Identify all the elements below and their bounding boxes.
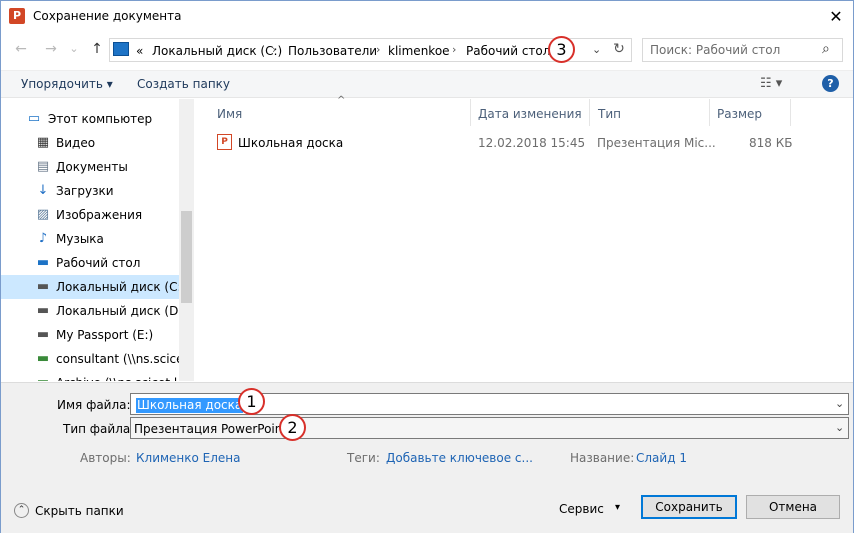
- powerpoint-icon: P: [9, 8, 25, 24]
- nav-pane-item[interactable]: ▦ Видео: [1, 131, 179, 155]
- authors-value[interactable]: Клименко Елена: [136, 451, 241, 465]
- nav-pane-item-label: Загрузки: [56, 184, 114, 198]
- callout-badge-2: 2: [279, 414, 306, 441]
- breadcrumb-separator[interactable]: ›: [272, 43, 276, 56]
- address-prefix[interactable]: «: [136, 44, 143, 58]
- help-icon[interactable]: ?: [822, 75, 839, 92]
- filename-dropdown-icon[interactable]: ⌄: [835, 397, 844, 410]
- nav-pane-item[interactable]: ▬ Рабочий стол: [1, 251, 179, 275]
- close-button[interactable]: ✕: [821, 4, 851, 30]
- file-type: Презентация Mic...: [597, 136, 716, 150]
- callout-badge-1: 1: [238, 388, 265, 415]
- powerpoint-file-icon: P: [217, 134, 232, 150]
- drive-c-icon: ▬: [36, 279, 50, 294]
- nav-pane-item[interactable]: ▭ Этот компьютер: [1, 107, 179, 131]
- up-button[interactable]: ↑: [87, 39, 107, 59]
- nav-pane-item-label: Этот компьютер: [48, 112, 153, 126]
- drive-e-icon: ▬: [36, 327, 50, 342]
- file-size: 818 КБ: [749, 136, 793, 150]
- network-drive-icon: ▬: [35, 376, 51, 382]
- video-icon: ▦: [36, 135, 50, 150]
- file-date: 12.02.2018 15:45: [478, 136, 586, 150]
- nav-pane-item[interactable]: ♪ Музыка: [1, 227, 179, 251]
- view-options-icon[interactable]: ☷ ▾: [760, 76, 790, 91]
- nav-pane-item[interactable]: ▬ Archive (\\ns.scicet.l: [1, 371, 179, 382]
- back-button[interactable]: ←: [11, 39, 31, 59]
- column-header-name[interactable]: [206, 99, 471, 126]
- filename-value[interactable]: Школьная доска: [136, 398, 244, 413]
- nav-pane-item[interactable]: ▤ Документы: [1, 155, 179, 179]
- computer-icon: ▭: [27, 111, 41, 126]
- column-header-date-label: Дата изменения: [478, 107, 582, 121]
- nav-pane-item[interactable]: ▬ Локальный диск (C:): [1, 275, 186, 299]
- hide-folders-button[interactable]: Скрыть папки: [35, 504, 124, 518]
- documents-icon: ▤: [36, 159, 50, 174]
- nav-pane-item-label: My Passport (E:): [56, 328, 154, 342]
- nav-pane-item-label: Музыка: [56, 232, 104, 246]
- forward-button[interactable]: →: [41, 39, 61, 59]
- breadcrumb-separator[interactable]: ›: [452, 43, 456, 56]
- pictures-icon: ▨: [36, 207, 50, 222]
- nav-pane-item-label: Archive (\\ns.scicet.l: [56, 376, 177, 381]
- command-bar: [1, 70, 853, 98]
- nav-pane-item-label: Видео: [56, 136, 96, 150]
- organize-button[interactable]: Упорядочить ▾: [21, 77, 113, 91]
- column-header-size-label: Размер: [717, 107, 763, 121]
- column-header-type-label: Тип: [598, 107, 621, 121]
- callout-badge-3: 3: [548, 36, 575, 63]
- downloads-icon: ↓: [37, 183, 49, 198]
- cancel-button[interactable]: Отмена: [746, 495, 840, 519]
- network-drive-icon: ▬: [36, 351, 50, 366]
- nav-pane-item-label: Изображения: [56, 208, 143, 222]
- breadcrumb-desktop[interactable]: Рабочий стол: [466, 44, 550, 58]
- nav-pane-item-label: Документы: [56, 160, 128, 174]
- save-dialog: P Сохранение документа ✕ ← → ⌄ ↑ « Локал…: [0, 0, 854, 533]
- nav-pane-item-label: Рабочий стол: [56, 256, 141, 270]
- nav-pane-item-label: Локальный диск (D:): [56, 304, 188, 318]
- drive-d-icon: ▬: [36, 303, 50, 318]
- authors-label: Авторы:: [80, 451, 131, 465]
- filename-label: Имя файла:: [57, 398, 131, 412]
- nav-pane-item-label: consultant (\\ns.scicet.: [56, 352, 193, 366]
- file-name[interactable]: Школьная доска: [238, 136, 343, 150]
- title-value[interactable]: Слайд 1: [636, 451, 687, 465]
- service-menu-button[interactable]: Сервис: [559, 502, 604, 516]
- nav-pane-item[interactable]: ▬ My Passport (E:): [1, 323, 179, 347]
- computer-icon: [113, 42, 129, 56]
- search-icon[interactable]: ⌕: [822, 41, 830, 57]
- new-folder-button[interactable]: Создать папку: [137, 77, 230, 91]
- nav-pane-item[interactable]: ▬ Локальный диск (D:): [1, 299, 187, 323]
- breadcrumb-klimenkoe[interactable]: klimenkoe: [388, 44, 450, 58]
- nav-pane-item[interactable]: ▨ Изображения: [1, 203, 179, 227]
- filetype-label: Тип файла:: [63, 422, 135, 436]
- search-placeholder: Поиск: Рабочий стол: [650, 43, 781, 57]
- breadcrumb-separator[interactable]: ›: [376, 43, 380, 56]
- music-icon: ♪: [38, 231, 48, 246]
- breadcrumb-local-disk-c[interactable]: Локальный диск (C:): [152, 44, 282, 58]
- save-button[interactable]: Сохранить: [641, 495, 737, 519]
- filetype-dropdown-icon[interactable]: ⌄: [835, 421, 844, 434]
- title-label: Название:: [570, 451, 635, 465]
- nav-pane-item[interactable]: ↓ Загрузки: [1, 179, 179, 203]
- nav-pane-item[interactable]: ▬ consultant (\\ns.scicet.: [1, 347, 192, 371]
- breadcrumb-users[interactable]: Пользователи: [288, 44, 377, 58]
- chevron-up-icon[interactable]: ⌃: [14, 503, 29, 518]
- column-header-name-label: Имя: [217, 107, 243, 121]
- filetype-value[interactable]: Презентация PowerPoint: [134, 422, 287, 436]
- nav-pane-item-label: Локальный диск (C:): [56, 280, 187, 294]
- tags-label: Теги:: [347, 451, 380, 465]
- navigation-pane: ▭ Этот компьютер ▦ Видео ▤ Документы ↓ Загрузки…: [1, 99, 194, 381]
- tags-value[interactable]: Добавьте ключевое с...: [386, 451, 533, 465]
- service-dropdown-icon[interactable]: ▾: [615, 502, 620, 513]
- desktop-icon: ▬: [36, 255, 50, 270]
- nav-pane-scrollbar-thumb[interactable]: [181, 211, 192, 303]
- refresh-button[interactable]: ↻: [609, 39, 629, 59]
- window-title: Сохранение документа: [33, 9, 182, 23]
- recent-locations-dropdown[interactable]: ⌄: [64, 39, 84, 59]
- address-dropdown[interactable]: ⌄: [592, 43, 601, 56]
